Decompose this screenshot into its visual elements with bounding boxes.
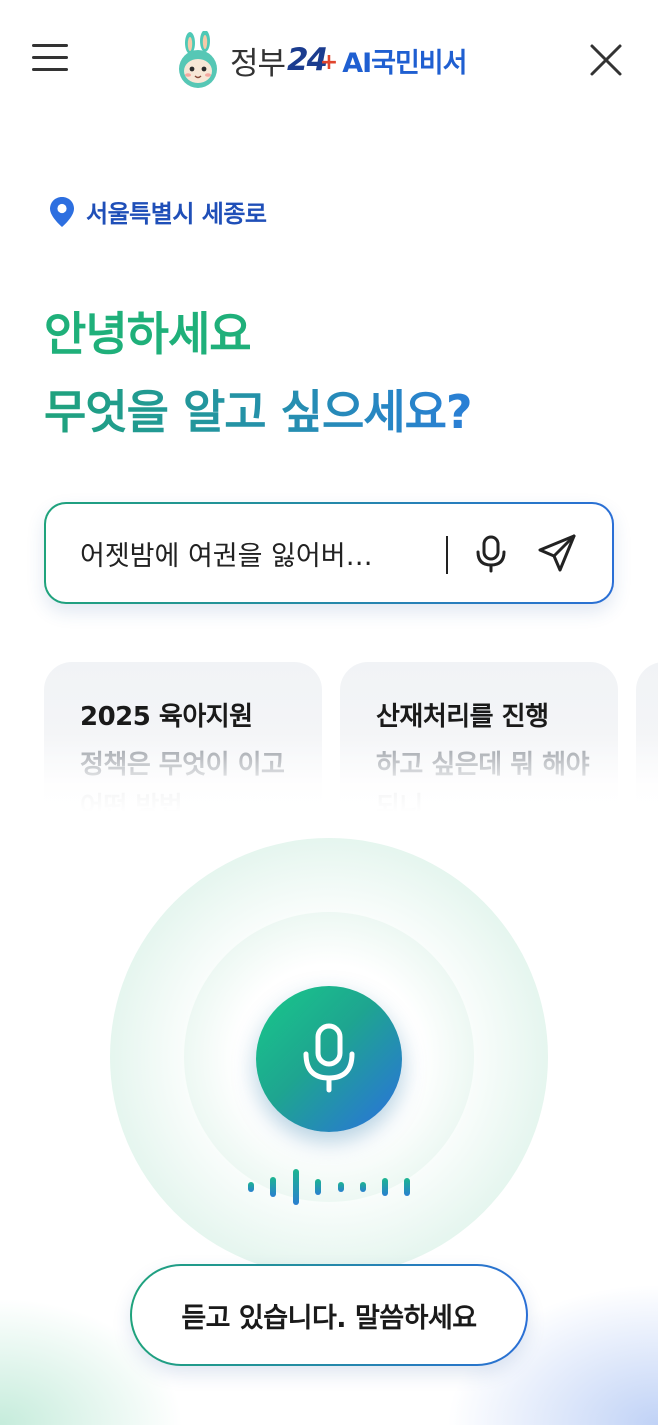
logo-plus: + — [319, 50, 338, 75]
suggestion-card[interactable]: 산재처리를 진행 하고 싶은데 뭐 해야 되니 — [340, 662, 618, 812]
send-paper-plane-icon[interactable] — [534, 530, 580, 576]
suggestion-carousel: 2025 육아지원 정책은 무엇이 이고 어떤 방법 산재처리를 진행 하고 싶… — [0, 662, 658, 812]
current-location[interactable]: 서울특별시 세종로 — [48, 194, 267, 229]
logo-brand-text: 정부 — [230, 45, 286, 82]
voice-mic-button[interactable] — [256, 986, 402, 1132]
suggestion-title: 산재처리를 진행 — [376, 702, 549, 732]
app-header: 정부 24 + AI국민비서 — [0, 0, 658, 120]
suggestion-body: 하고 싶은데 뭐 해야 되니 — [376, 750, 590, 812]
microphone-icon — [303, 1023, 355, 1093]
close-icon[interactable] — [588, 42, 624, 78]
map-pin-icon — [50, 196, 74, 227]
greeting-line-1: 안녕하세요 — [44, 307, 252, 361]
logo-number: 24 + — [287, 42, 338, 78]
app-logo: 정부 24 + AI국민비서 — [172, 30, 468, 90]
rabbit-mascot-icon — [179, 31, 217, 88]
suggestion-card-partial[interactable] — [636, 662, 658, 812]
greeting-line-2: 무엇을 알고 싶으세요? — [44, 376, 473, 442]
audio-waveform-icon — [246, 1166, 416, 1208]
logo-product-name: AI국민비서 — [342, 47, 467, 79]
hamburger-menu-icon[interactable] — [30, 40, 74, 76]
suggestion-title: 2025 육아지원 — [80, 702, 253, 732]
suggestion-body: 정책은 무엇이 이고 어떤 방법 — [80, 750, 285, 812]
search-input[interactable]: 어젯밤에 여권을 잃어버… — [80, 534, 440, 574]
listening-status: 듣고 있습니다. 말씀하세요 — [130, 1264, 528, 1366]
text-caret — [446, 536, 448, 574]
search-bar: 어젯밤에 여권을 잃어버… — [44, 502, 614, 604]
microphone-icon[interactable] — [468, 530, 514, 576]
suggestion-card[interactable]: 2025 육아지원 정책은 무엇이 이고 어떤 방법 — [44, 662, 322, 812]
location-label: 서울특별시 세종로 — [86, 200, 267, 228]
